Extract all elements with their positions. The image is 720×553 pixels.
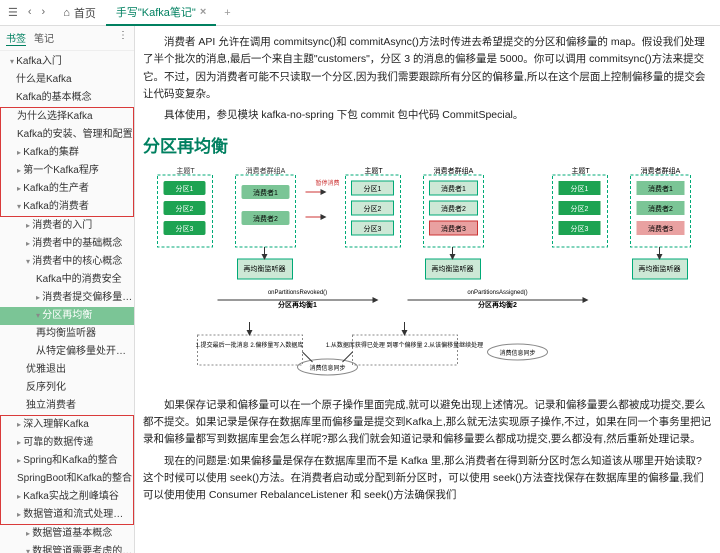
svg-text:消费信息同步: 消费信息同步: [309, 364, 345, 372]
outline-node[interactable]: 消费者中的核心概念: [0, 253, 134, 271]
tabs: ⌂ 首页 手写"Kafka笔记" × +: [53, 0, 720, 26]
outline-node[interactable]: 消费者提交偏移量导致的问题: [0, 289, 134, 307]
outline-node[interactable]: 数据管道需要考虑的问题: [0, 543, 134, 553]
outline-node[interactable]: 再均衡监听器: [0, 325, 134, 343]
svg-text:分区1: 分区1: [571, 184, 589, 193]
menu-icon[interactable]: ☰: [8, 6, 18, 19]
svg-text:主题T: 主题T: [364, 167, 383, 175]
para-4: 现在的问题是:如果偏移量是保存在数据库里而不是 Kafka 里,那么消费者在得到…: [143, 453, 712, 505]
tab-doc-label: 手写"Kafka笔记": [116, 4, 196, 20]
svg-text:暂停消费: 暂停消费: [316, 179, 340, 187]
outline-node[interactable]: 什么是Kafka: [0, 71, 134, 89]
svg-text:分区2: 分区2: [364, 204, 382, 213]
svg-text:消费者群组A: 消费者群组A: [434, 167, 474, 175]
toolbar-icons: ☰ ‹ ›: [0, 6, 53, 19]
outline-node[interactable]: 数据管道和流式处理（了解即可）: [0, 506, 134, 525]
diagram-rebalance: 主题T 分区1 分区2 分区3 消费者群组A 消费者1 消费者2 暂停消费 再均…: [143, 167, 712, 387]
svg-text:消费者3: 消费者3: [648, 224, 673, 233]
outline-node[interactable]: 消费者的入门: [0, 217, 134, 235]
svg-text:主题T: 主题T: [571, 167, 590, 175]
heading-rebalance: 分区再均衡: [143, 133, 712, 161]
svg-text:消费者2: 消费者2: [441, 204, 466, 213]
outline-tree: Kafka入门什么是KafkaKafka的基本概念为什么选择KafkaKafka…: [0, 51, 134, 553]
svg-text:1.提交最后一批消息 2.偏移量写入数据库: 1.提交最后一批消息 2.偏移量写入数据库: [196, 341, 304, 349]
outline-node[interactable]: 第一个Kafka程序: [0, 162, 134, 180]
sidebar: 书签 笔记 ⋮ Kafka入门什么是KafkaKafka的基本概念为什么选择Ka…: [0, 26, 135, 553]
svg-text:分区3: 分区3: [176, 224, 194, 233]
para-1: 消费者 API 允许在调用 commitsync()和 commitAsync(…: [143, 34, 712, 103]
svg-text:分区再均衡2: 分区再均衡2: [478, 300, 517, 309]
svg-text:消费者2: 消费者2: [648, 204, 673, 213]
svg-text:再均衡监听器: 再均衡监听器: [244, 264, 286, 273]
svg-text:分区1: 分区1: [364, 184, 382, 193]
outline-node[interactable]: 可靠的数据传递: [0, 434, 134, 452]
svg-text:1.从数据库获得已处理 到哪个偏移量 2.从该偏移量继续处理: 1.从数据库获得已处理 到哪个偏移量 2.从该偏移量继续处理: [326, 341, 483, 349]
svg-text:分区1: 分区1: [176, 184, 194, 193]
svg-text:分区3: 分区3: [571, 224, 589, 233]
svg-text:onPartitionsAssigned(): onPartitionsAssigned(): [467, 290, 527, 296]
outline-node[interactable]: Spring和Kafka的整合: [0, 452, 134, 470]
outline-node[interactable]: Kafka的消费者: [0, 198, 134, 217]
topbar: ☰ ‹ › ⌂ 首页 手写"Kafka笔记" × +: [0, 0, 720, 26]
add-tab-icon[interactable]: +: [216, 7, 238, 19]
outline-node[interactable]: Kafka实战之削峰填谷: [0, 488, 134, 506]
svg-text:消费者2: 消费者2: [253, 214, 278, 223]
outline-node[interactable]: Kafka的集群: [0, 144, 134, 162]
outline-node[interactable]: 消费者中的基础概念: [0, 235, 134, 253]
svg-text:再均衡监听器: 再均衡监听器: [639, 264, 681, 273]
svg-text:消费信息同步: 消费信息同步: [499, 349, 535, 357]
svg-text:主题T: 主题T: [176, 167, 195, 175]
outline-node[interactable]: 为什么选择Kafka: [0, 107, 134, 126]
close-icon[interactable]: ×: [200, 6, 206, 18]
svg-text:消费者1: 消费者1: [441, 184, 466, 193]
outline-node[interactable]: SpringBoot和Kafka的整合: [0, 470, 134, 488]
outline-node[interactable]: 从特定偏移量处开始记录: [0, 343, 134, 361]
svg-text:消费者群组A: 消费者群组A: [641, 167, 681, 175]
tab-home-label: 首页: [74, 5, 96, 21]
outline-node[interactable]: 反序列化: [0, 379, 134, 397]
para-3: 如果保存记录和偏移量可以在一个原子操作里面完成,就可以避免出现上述情况。记录和偏…: [143, 397, 712, 449]
sidebar-tab-notes[interactable]: 笔记: [34, 30, 54, 46]
svg-text:分区2: 分区2: [571, 204, 589, 213]
outline-node[interactable]: 优雅退出: [0, 361, 134, 379]
svg-text:onPartitionsRevoked(): onPartitionsRevoked(): [268, 290, 327, 296]
outline-node[interactable]: 独立消费者: [0, 397, 134, 415]
outline-node[interactable]: Kafka入门: [0, 53, 134, 71]
outline-node[interactable]: Kafka中的消费安全: [0, 271, 134, 289]
svg-text:分区再均衡1: 分区再均衡1: [278, 300, 317, 309]
forward-icon[interactable]: ›: [42, 6, 46, 19]
outline-node[interactable]: Kafka的生产者: [0, 180, 134, 198]
svg-text:分区3: 分区3: [364, 224, 382, 233]
svg-text:消费者1: 消费者1: [253, 188, 278, 197]
outline-node[interactable]: Kafka的基本概念: [0, 89, 134, 107]
content: 消费者 API 允许在调用 commitsync()和 commitAsync(…: [135, 26, 720, 553]
para-2: 具体使用，参见模块 kafka-no-spring 下包 commit 包中代码…: [143, 107, 712, 124]
sidebar-head: 书签 笔记 ⋮: [0, 26, 134, 51]
sidebar-opts-icon[interactable]: ⋮: [118, 30, 128, 46]
svg-text:消费者1: 消费者1: [648, 184, 673, 193]
outline-node[interactable]: 分区再均衡: [0, 307, 134, 325]
svg-text:分区2: 分区2: [176, 204, 194, 213]
back-icon[interactable]: ‹: [28, 6, 32, 19]
svg-text:消费者3: 消费者3: [441, 224, 466, 233]
outline-node[interactable]: 数据管道基本概念: [0, 525, 134, 543]
tab-home[interactable]: ⌂ 首页: [53, 1, 106, 25]
outline-node[interactable]: 深入理解Kafka: [0, 415, 134, 434]
tab-doc[interactable]: 手写"Kafka笔记" ×: [106, 0, 216, 26]
svg-text:再均衡监听器: 再均衡监听器: [432, 264, 474, 273]
outline-node[interactable]: Kafka的安装、管理和配置: [0, 126, 134, 144]
home-icon: ⌂: [63, 7, 70, 19]
svg-text:消费者群组A: 消费者群组A: [246, 167, 286, 175]
sidebar-tab-bookmarks[interactable]: 书签: [6, 30, 26, 46]
